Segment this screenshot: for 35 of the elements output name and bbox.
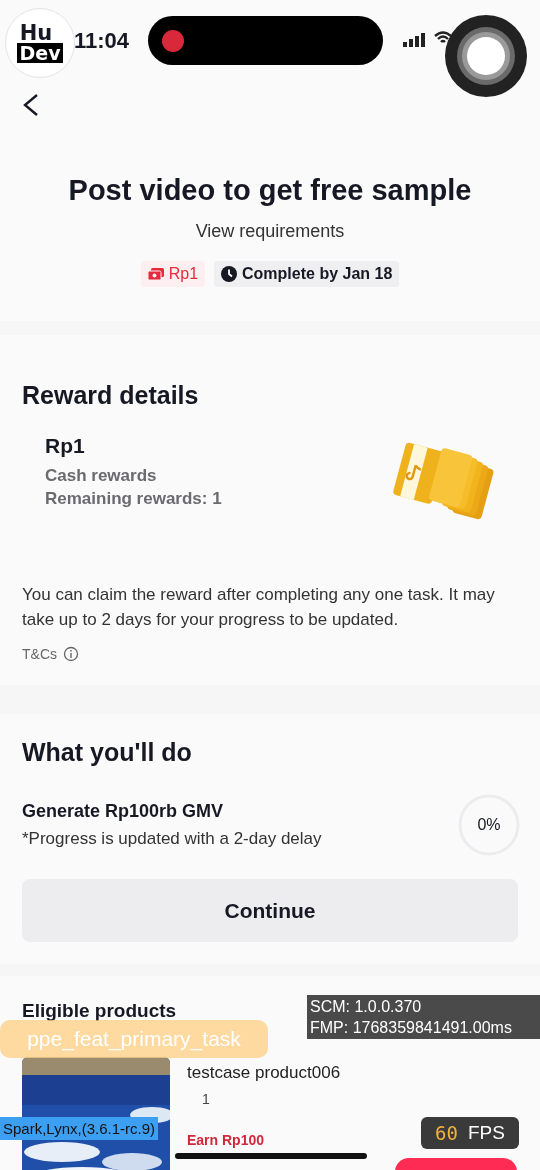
remaining-rewards: Remaining rewards: 1: [45, 488, 222, 510]
info-icon: [63, 646, 79, 662]
debug-text: FMP: 1768359841491.00ms: [310, 1018, 513, 1038]
task-note: *Progress is updated with a 2-day delay: [22, 829, 322, 849]
status-time: 11:04: [74, 28, 130, 54]
terms-link[interactable]: T&Cs: [22, 646, 79, 662]
cash-icon: [147, 268, 164, 280]
continue-button[interactable]: Continue: [22, 879, 518, 942]
earn-label: Earn Rp100: [187, 1133, 266, 1147]
product-name: testcase product006: [187, 1063, 341, 1083]
debug-text: SCM: 1.0.0.370: [310, 997, 423, 1017]
task-title: Generate Rp100rb GMV: [22, 801, 225, 822]
reward-amount: Rp1: [45, 434, 86, 458]
clock-icon: [221, 266, 238, 282]
assistive-touch-button[interactable]: [444, 14, 528, 98]
section-heading: Eligible products: [22, 1000, 177, 1022]
back-icon: [22, 93, 40, 117]
badge-text: Dev: [17, 43, 63, 63]
badge-text: Hu: [19, 23, 53, 43]
wifi-icon: [434, 30, 452, 44]
deadline-tag: Complete by Jan 18: [214, 261, 400, 287]
signal-icon: [403, 32, 425, 48]
fps-value: 60: [435, 1122, 458, 1144]
reward-type: Cash rewards: [45, 465, 158, 487]
fps-unit: FPS: [467, 1122, 505, 1144]
engine-label: Spark,Lynx,(3.6.1-rc.9): [0, 1117, 158, 1140]
reward-tag: Rp1: [140, 261, 206, 287]
section-heading: What you'll do: [22, 738, 193, 767]
product-count: 1: [202, 1091, 211, 1107]
progress-percent: 0%: [477, 816, 501, 834]
reward-note: You can claim the reward after completing any one task. It may take up to 2 days for your progress to be updated.: [22, 584, 496, 631]
page-title: Post video to get free sample: [67, 174, 473, 207]
section-heading: Reward details: [22, 381, 200, 410]
feature-label: ppe_feat_primary_task: [0, 1020, 268, 1058]
view-requirements-link[interactable]: View requirements: [195, 221, 345, 242]
